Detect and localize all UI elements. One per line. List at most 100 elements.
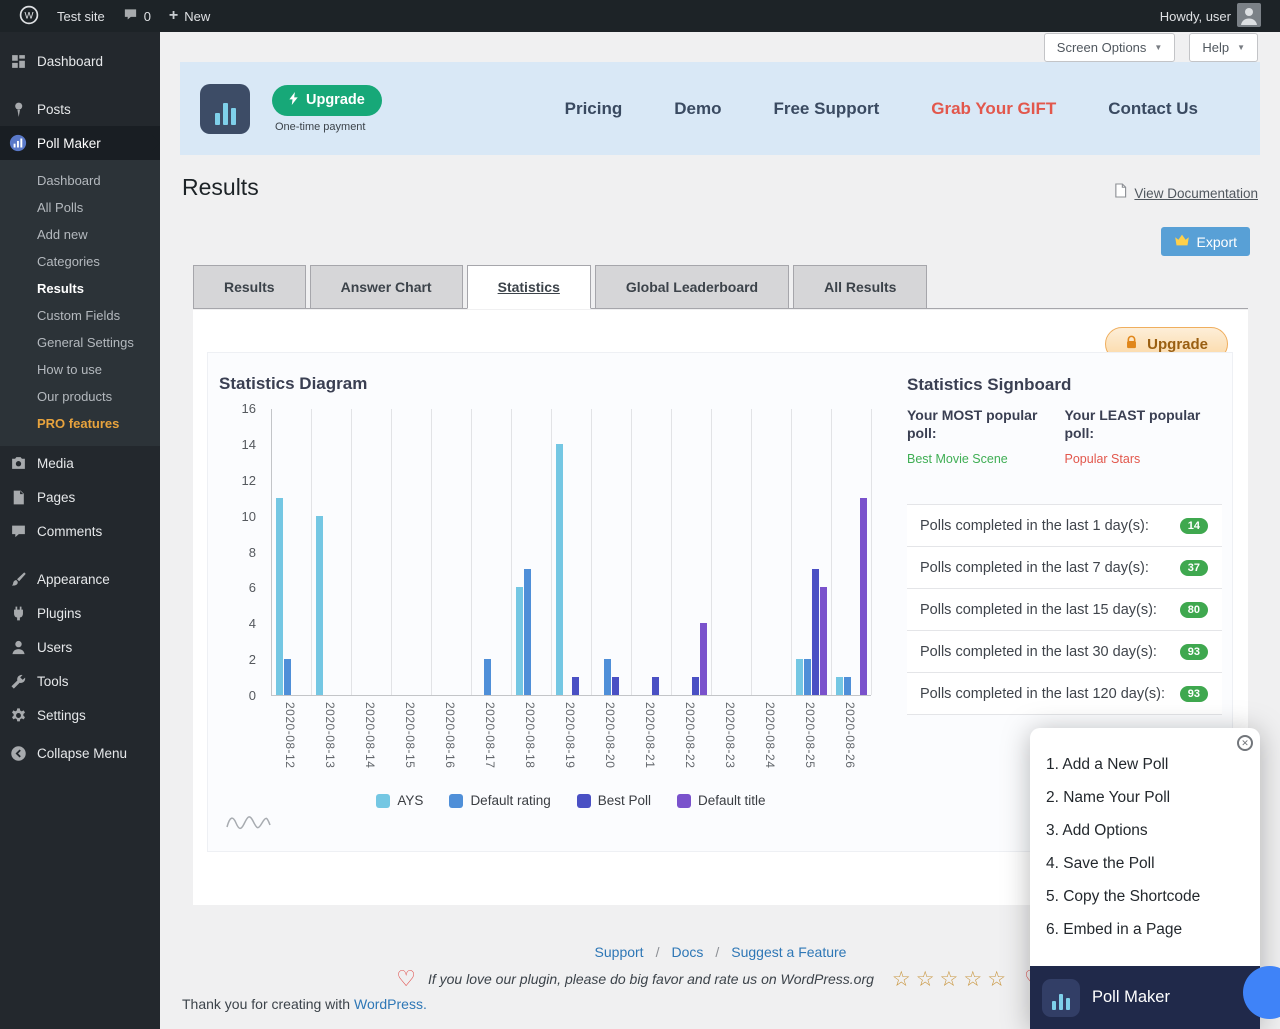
star-icon[interactable]: ☆ <box>963 969 982 990</box>
view-documentation-link[interactable]: View Documentation <box>1114 183 1258 203</box>
sidebar-item-tools[interactable]: Tools <box>0 664 160 698</box>
sidebar-item-plugins-label: Plugins <box>37 606 81 621</box>
banner-upgrade-button[interactable]: Upgrade <box>272 85 382 116</box>
screen: W Test site 0 + New Howdy, user <box>0 0 1280 1029</box>
sidebar-subitem-categories[interactable]: Categories <box>0 248 160 275</box>
star-icon[interactable]: ☆ <box>892 969 911 990</box>
tab-global-leaderboard[interactable]: Global Leaderboard <box>595 265 789 309</box>
most-popular-value: Best Movie Scene <box>907 452 1065 466</box>
sidebar-subitem-all-polls[interactable]: All Polls <box>0 194 160 221</box>
page-title: Results <box>182 174 259 201</box>
my-account-menu[interactable]: Howdy, user <box>1151 0 1270 32</box>
y-tick-2: 2 <box>216 652 256 667</box>
signboard-row-2: Polls completed in the last 15 day(s):80 <box>907 589 1222 631</box>
bolt-icon <box>289 92 299 109</box>
footer-link-support[interactable]: Support <box>595 944 644 960</box>
howdy-label: Howdy, user <box>1160 9 1231 24</box>
banner-link-demo[interactable]: Demo <box>674 99 721 119</box>
sidebar-item-appearance-label: Appearance <box>37 572 110 587</box>
bar-2020-08-20-default-rating <box>604 659 611 695</box>
wp-logo-menu[interactable]: W <box>10 0 48 32</box>
admin-bar: W Test site 0 + New Howdy, user <box>0 0 1280 32</box>
help-button[interactable]: Help ▼ <box>1189 33 1258 62</box>
close-icon[interactable]: ✕ <box>1237 735 1253 751</box>
tab-results[interactable]: Results <box>193 265 306 309</box>
sidebar-item-pages[interactable]: Pages <box>0 480 160 514</box>
star-icon[interactable]: ☆ <box>940 969 959 990</box>
sidebar-item-users[interactable]: Users <box>0 630 160 664</box>
squiggle-icon <box>226 811 272 836</box>
new-content-menu[interactable]: + New <box>160 0 219 32</box>
sidebar-subitem-custom-fields[interactable]: Custom Fields <box>0 302 160 329</box>
sidebar-item-poll-maker[interactable]: Poll Maker <box>0 126 160 160</box>
sidebar-subitem-general-settings[interactable]: General Settings <box>0 329 160 356</box>
thanks-text: Thank you for creating with <box>182 996 354 1012</box>
star-icon[interactable]: ☆ <box>916 969 935 990</box>
sidebar-item-dashboard[interactable]: Dashboard <box>0 44 160 78</box>
x-tick-2020-08-23: 2020-08-23 <box>723 702 737 768</box>
signboard-table: Polls completed in the last 1 day(s):14P… <box>907 504 1222 715</box>
bar-2020-08-21-best-poll <box>652 677 659 695</box>
sidebar-item-comments[interactable]: Comments <box>0 514 160 548</box>
bar-2020-08-12-ays <box>276 498 283 695</box>
collapse-menu-button[interactable]: Collapse Menu <box>0 736 160 770</box>
tools-icon <box>8 673 28 690</box>
media-icon <box>8 455 28 472</box>
sidebar-subitem-how-to-use[interactable]: How to use <box>0 356 160 383</box>
collapse-arrow-icon <box>8 745 28 762</box>
y-tick-12: 12 <box>216 473 256 488</box>
bar-2020-08-18-ays <box>516 587 523 695</box>
export-button[interactable]: Export <box>1161 227 1250 256</box>
sidebar-subitem-dashboard[interactable]: Dashboard <box>0 167 160 194</box>
signboard-row-3: Polls completed in the last 30 day(s):93 <box>907 631 1222 673</box>
banner-link-grab-your-gift[interactable]: Grab Your GIFT <box>931 99 1056 119</box>
tab-all-results[interactable]: All Results <box>793 265 927 309</box>
tab-statistics[interactable]: Statistics <box>467 265 591 309</box>
sidebar-item-poll-maker-label: Poll Maker <box>37 136 101 151</box>
sidebar-subitem-results[interactable]: Results <box>0 275 160 302</box>
banner-link-contact-us[interactable]: Contact Us <box>1108 99 1198 119</box>
footer-link-suggest-a-feature[interactable]: Suggest a Feature <box>731 944 846 960</box>
footer-link-docs[interactable]: Docs <box>671 944 703 960</box>
heart-icon: ♡ <box>396 968 416 990</box>
star-icon[interactable]: ☆ <box>987 969 1006 990</box>
screen-options-button[interactable]: Screen Options ▼ <box>1044 33 1176 62</box>
x-tick-2020-08-16: 2020-08-16 <box>443 702 457 768</box>
sidebar-item-settings-label: Settings <box>37 708 86 723</box>
sidebar-item-posts[interactable]: Posts <box>0 92 160 126</box>
banner-link-free-support[interactable]: Free Support <box>773 99 879 119</box>
sidebar-item-settings[interactable]: Settings <box>0 698 160 732</box>
tab-answer-chart[interactable]: Answer Chart <box>310 265 463 309</box>
signboard-row-4: Polls completed in the last 120 day(s):9… <box>907 673 1222 715</box>
sidebar-item-media[interactable]: Media <box>0 446 160 480</box>
sidebar-subitem-add-new[interactable]: Add new <box>0 221 160 248</box>
least-popular-value: Popular Stars <box>1065 452 1223 466</box>
poll-maker-logo <box>200 84 250 134</box>
bar-2020-08-22-best-poll <box>692 677 699 695</box>
sidebar-item-media-label: Media <box>37 456 74 471</box>
sidebar-subitem-pro-features[interactable]: PRO features <box>0 410 160 437</box>
poll-maker-logo <box>1042 979 1080 1017</box>
site-name-label: Test site <box>57 9 105 24</box>
rating-stars[interactable]: ☆☆☆☆☆ <box>892 969 1006 990</box>
comments-menu[interactable]: 0 <box>114 0 160 32</box>
svg-text:W: W <box>25 10 34 21</box>
dashboard-icon <box>8 53 28 70</box>
sidebar-item-plugins[interactable]: Plugins <box>0 596 160 630</box>
sidebar-item-pages-label: Pages <box>37 490 75 505</box>
banner-link-pricing[interactable]: Pricing <box>565 99 623 119</box>
y-tick-14: 14 <box>216 437 256 452</box>
appearance-icon <box>8 571 28 588</box>
bar-2020-08-25-best-poll <box>812 569 819 695</box>
export-label: Export <box>1197 234 1237 250</box>
wordpress-link[interactable]: WordPress. <box>354 996 427 1012</box>
signboard-title: Statistics Signboard <box>907 375 1222 395</box>
screen-options-label: Screen Options <box>1057 40 1147 55</box>
site-name-menu[interactable]: Test site <box>48 0 114 32</box>
x-tick-2020-08-12: 2020-08-12 <box>283 702 297 768</box>
y-tick-6: 6 <box>216 580 256 595</box>
y-tick-8: 8 <box>216 545 256 560</box>
sidebar-subitem-our-products[interactable]: Our products <box>0 383 160 410</box>
widget-brand-label[interactable]: Poll Maker <box>1092 988 1170 1007</box>
sidebar-item-appearance[interactable]: Appearance <box>0 562 160 596</box>
